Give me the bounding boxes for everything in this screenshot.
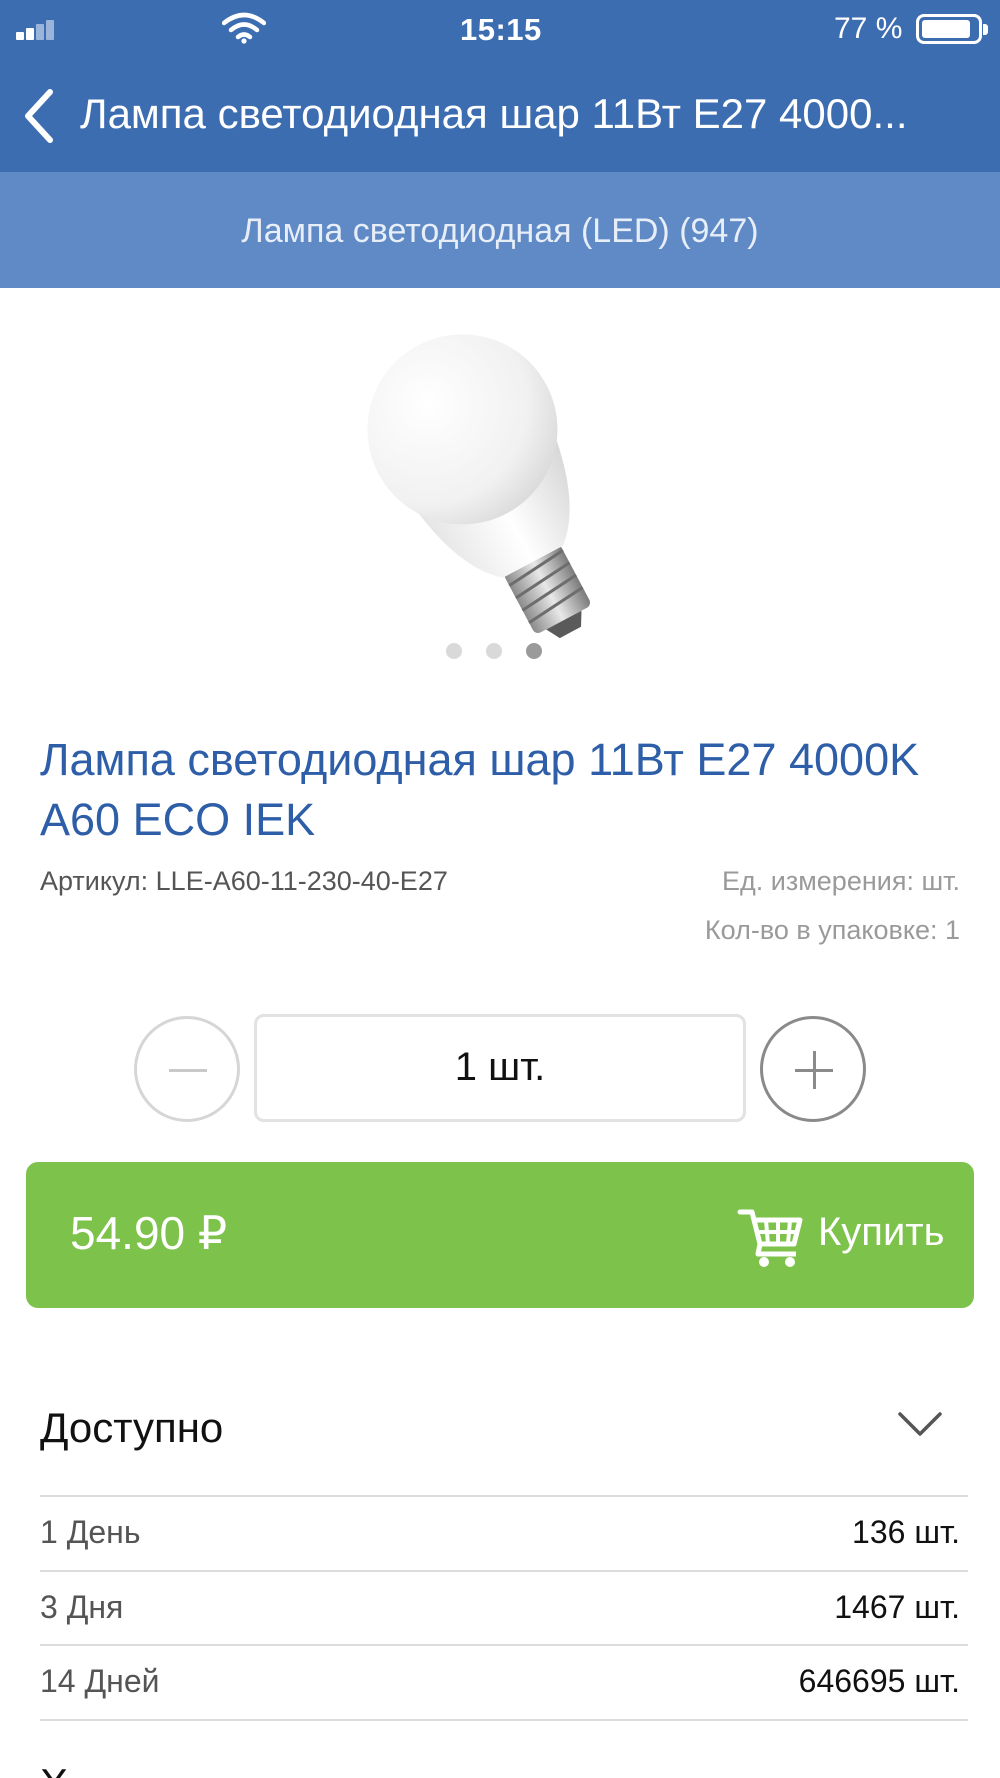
price: 54.90 ₽ (70, 1207, 228, 1259)
category-link[interactable]: Лампа светодиодная (LED) (947) (0, 172, 1000, 288)
availability-row-label: 14 Дней (40, 1663, 160, 1699)
buy-label: Купить (818, 1210, 945, 1254)
availability-row-label: 3 Дня (40, 1589, 124, 1625)
chevron-left-icon[interactable] (18, 86, 62, 146)
product-article: Артикул: LLE-A60-11-230-40-E27 (40, 866, 448, 896)
page-title: Лампа светодиодная шар 11Вт E27 4000... (80, 90, 908, 137)
availability-row-value: 1467 шт. (834, 1589, 960, 1625)
next-section-heading[interactable]: Х (40, 1760, 68, 1778)
battery-percentage: 77 % (834, 12, 903, 45)
minus-icon (169, 1069, 207, 1072)
divider (40, 1644, 968, 1646)
top-bar: 15:15 77 % Лампа светодиодная шар 11Вт E… (0, 0, 1000, 172)
category-label: Лампа светодиодная (LED) (947) (241, 212, 759, 250)
battery-icon (916, 14, 988, 44)
divider (40, 1570, 968, 1572)
cart-icon (737, 1209, 803, 1267)
wifi-icon (222, 12, 266, 44)
divider (40, 1495, 968, 1497)
decrease-quantity-button[interactable] (134, 1016, 240, 1122)
increase-quantity-button[interactable] (760, 1016, 866, 1122)
availability-row-value: 136 шт. (852, 1514, 960, 1550)
chevron-down-icon[interactable] (896, 1410, 944, 1440)
pack-quantity: Кол-во в упаковке: 1 (704, 915, 960, 945)
availability-row-label: 1 День (40, 1514, 141, 1550)
status-time: 15:15 (460, 12, 542, 47)
unit-of-measure: Ед. измерения: шт. (722, 866, 960, 896)
availability-heading[interactable]: Доступно (40, 1404, 223, 1452)
gallery-dot[interactable] (486, 643, 502, 659)
divider (40, 1719, 968, 1721)
gallery-dot[interactable] (526, 643, 542, 659)
gallery-pagination (446, 643, 566, 659)
buy-button[interactable]: 54.90 ₽ Купить (26, 1162, 974, 1308)
product-title: Лампа светодиодная шар 11Вт E27 4000K A6… (40, 734, 920, 845)
navigation-bar: Лампа светодиодная шар 11Вт E27 4000... (0, 62, 1000, 172)
availability-row-value: 646695 шт. (798, 1663, 960, 1699)
led-bulb-image[interactable] (350, 310, 650, 690)
signal-icon (16, 18, 62, 40)
status-bar: 15:15 77 % (0, 0, 1000, 56)
quantity-input[interactable]: 1 шт. (254, 1014, 746, 1122)
gallery-dot[interactable] (446, 643, 462, 659)
